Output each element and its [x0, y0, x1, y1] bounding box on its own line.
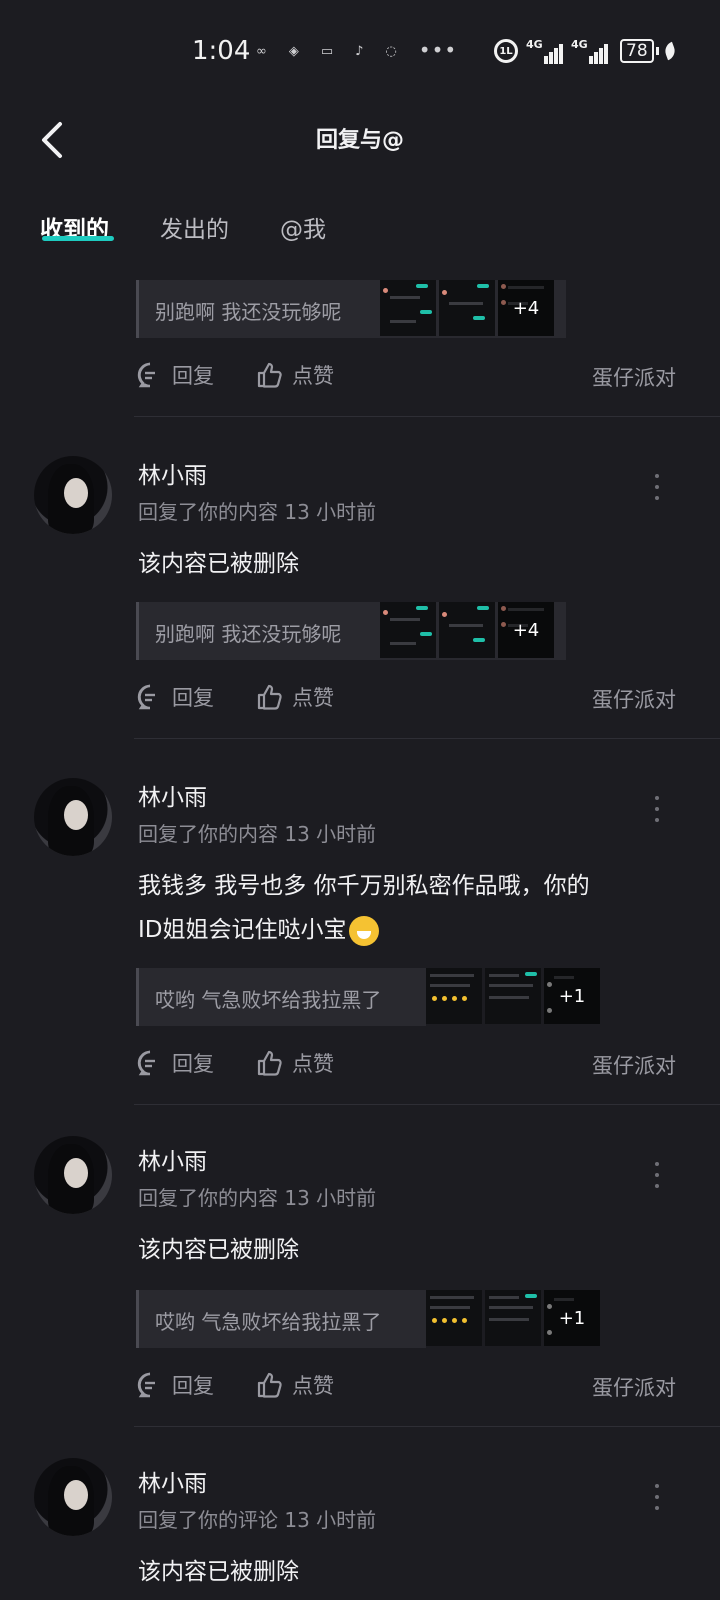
post-thumbnail: +1 — [544, 1290, 600, 1346]
tab-bar: 收到的 发出的 @我 — [0, 196, 720, 256]
top-nav-bar: 回复与@ — [0, 100, 720, 180]
reply-meta: 回复了你的内容 13 小时前 — [138, 1186, 377, 1210]
post-thumbnail — [485, 1290, 541, 1346]
qq-icon: ◌ — [385, 44, 397, 59]
hd-call-icon: 1L — [494, 39, 518, 63]
action-bar: 回复 点赞 蛋仔派对 — [136, 1370, 676, 1404]
more-images-count: +1 — [544, 968, 600, 1024]
tab-sent[interactable]: 发出的 — [160, 210, 229, 244]
quoted-post-text: 别跑啊 我还没玩够呢 — [155, 300, 342, 324]
divider — [134, 738, 720, 739]
avatar[interactable] — [34, 778, 112, 856]
divider — [134, 1104, 720, 1105]
more-options-button[interactable] — [652, 474, 662, 500]
action-bar: 回复 点赞 蛋仔派对 — [136, 1048, 676, 1082]
post-thumbnail: +1 — [544, 968, 600, 1024]
thumbs-up-icon — [257, 362, 282, 388]
app-notification-icon: ∞ — [256, 44, 267, 59]
post-thumbnail: +4 — [498, 280, 554, 336]
quoted-post-text: 哎哟 气急败坏给我拉黑了 — [155, 988, 382, 1012]
more-options-button[interactable] — [652, 1484, 662, 1510]
action-bar: 回复 点赞 蛋仔派对 — [136, 682, 676, 716]
more-options-button[interactable] — [652, 1162, 662, 1188]
battery-level: 78 — [620, 39, 654, 63]
tab-mentions[interactable]: @我 — [280, 210, 326, 244]
username[interactable]: 林小雨 — [138, 1142, 207, 1176]
like-button[interactable]: 点赞 — [256, 682, 334, 712]
divider — [134, 416, 720, 417]
battery-indicator: 78 — [620, 39, 678, 63]
like-button[interactable]: 点赞 — [256, 1048, 334, 1078]
comment-icon — [137, 1372, 155, 1398]
more-images-count: +4 — [498, 280, 554, 336]
avatar[interactable] — [34, 1458, 112, 1536]
post-thumbnail — [439, 280, 495, 336]
signal-strength-icon: 4G — [526, 38, 563, 64]
reply-content: 我钱多 我号也多 你千万别私密作品哦，你的 ID姐姐会记住哒小宝 — [138, 864, 698, 952]
post-thumbnail — [439, 602, 495, 658]
avatar[interactable] — [34, 456, 112, 534]
reply-content: 该内容已被删除 — [138, 1237, 299, 1263]
app-notification-icon: ▭ — [320, 44, 334, 59]
like-button[interactable]: 点赞 — [256, 1370, 334, 1400]
reply-content: 该内容已被删除 — [138, 551, 299, 577]
reply-button[interactable]: 回复 — [136, 1370, 214, 1400]
action-bar: 回复 点赞 蛋仔派对 — [136, 360, 676, 394]
grinning-face-emoji — [348, 915, 379, 946]
reply-meta: 回复了你的内容 13 小时前 — [138, 500, 377, 524]
app-notification-icon: ◈ — [288, 44, 299, 59]
more-notifications-icon: ••• — [418, 38, 458, 62]
post-thumbnail — [426, 968, 482, 1024]
reply-button[interactable]: 回复 — [136, 682, 214, 712]
thumbs-up-icon — [257, 1372, 282, 1398]
avatar[interactable] — [34, 1136, 112, 1214]
comment-icon — [137, 362, 155, 388]
status-time: 1:04 — [192, 36, 251, 66]
post-thumbnails[interactable]: +1 — [426, 968, 600, 1024]
thumbs-up-icon — [257, 684, 282, 710]
notification-icons: ∞ ◈ ▭ ♪ ◌ ••• — [256, 38, 457, 62]
username[interactable]: 林小雨 — [138, 778, 207, 812]
quoted-post-text: 哎哟 气急败坏给我拉黑了 — [155, 1310, 382, 1334]
quoted-post[interactable]: 哎哟 气急败坏给我拉黑了 — [136, 968, 426, 1026]
post-thumbnail — [380, 280, 436, 336]
comment-icon — [137, 684, 155, 710]
power-saving-leaf-icon — [662, 41, 678, 61]
status-indicators: 1L 4G 4G 78 — [494, 38, 678, 64]
thumbs-up-icon — [257, 1050, 282, 1076]
post-thumbnails[interactable]: +4 — [380, 602, 554, 658]
divider — [134, 1426, 720, 1427]
like-button[interactable]: 点赞 — [256, 360, 334, 390]
post-thumbnail — [380, 602, 436, 658]
status-bar: 1:04 ∞ ◈ ▭ ♪ ◌ ••• 1L 4G 4G 78 — [0, 0, 720, 100]
post-thumbnails[interactable]: +4 — [380, 280, 554, 336]
more-options-button[interactable] — [652, 796, 662, 822]
source-app-label[interactable]: 蛋仔派对 — [592, 1372, 676, 1402]
post-thumbnail: +4 — [498, 602, 554, 658]
reply-content: 该内容已被删除 — [138, 1559, 299, 1585]
comment-icon — [137, 1050, 155, 1076]
quoted-post[interactable]: 哎哟 气急败坏给我拉黑了 — [136, 1290, 426, 1348]
more-images-count: +4 — [498, 602, 554, 658]
username[interactable]: 林小雨 — [138, 456, 207, 490]
reply-meta: 回复了你的评论 13 小时前 — [138, 1508, 377, 1532]
reply-button[interactable]: 回复 — [136, 360, 214, 390]
active-tab-indicator — [42, 236, 114, 241]
post-thumbnail — [426, 1290, 482, 1346]
post-thumbnails[interactable]: +1 — [426, 1290, 600, 1346]
source-app-label[interactable]: 蛋仔派对 — [592, 362, 676, 392]
page-title: 回复与@ — [315, 128, 404, 153]
more-images-count: +1 — [544, 1290, 600, 1346]
post-thumbnail — [485, 968, 541, 1024]
reply-button[interactable]: 回复 — [136, 1048, 214, 1078]
quoted-post-text: 别跑啊 我还没玩够呢 — [155, 622, 342, 646]
reply-meta: 回复了你的内容 13 小时前 — [138, 822, 377, 846]
tiktok-icon: ♪ — [355, 44, 364, 59]
source-app-label[interactable]: 蛋仔派对 — [592, 684, 676, 714]
username[interactable]: 林小雨 — [138, 1464, 207, 1498]
source-app-label[interactable]: 蛋仔派对 — [592, 1050, 676, 1080]
signal-strength-icon: 4G — [571, 38, 608, 64]
